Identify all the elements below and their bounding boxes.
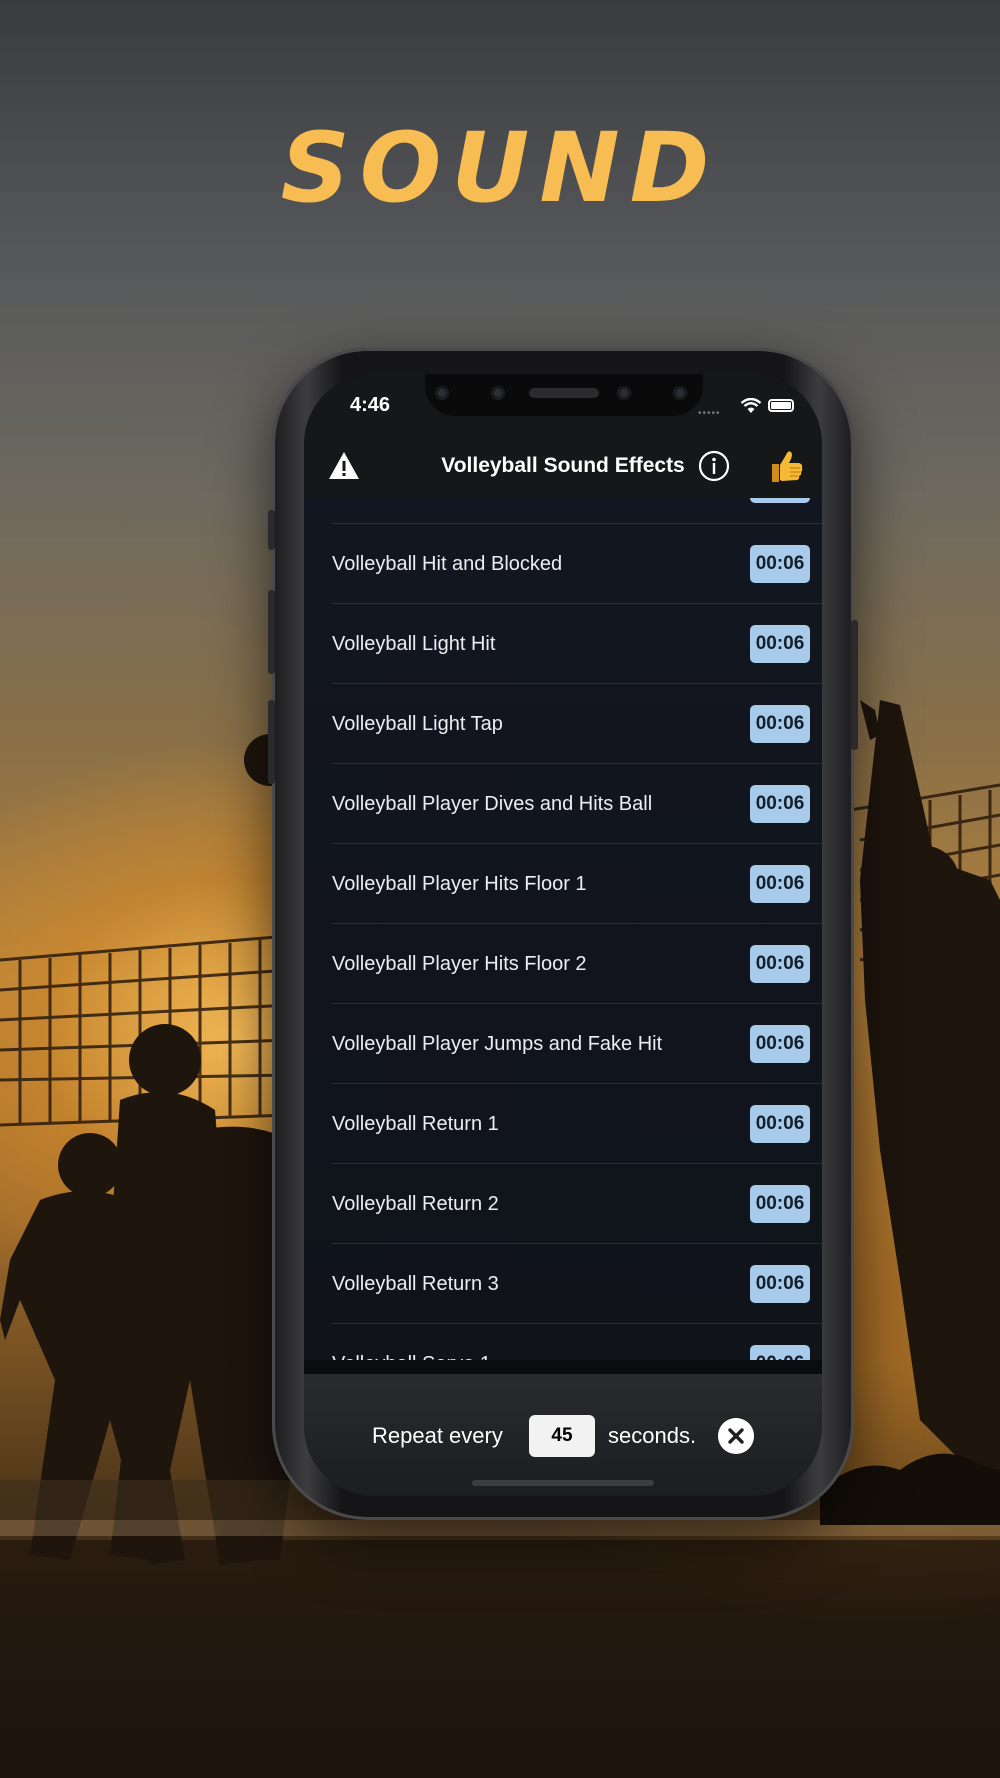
sound-row[interactable]: Volleyball Return 1 00:06 <box>304 1084 822 1164</box>
front-sensor <box>491 386 505 400</box>
duration-badge[interactable]: 00:06 <box>750 945 810 983</box>
phone-power-button <box>851 620 858 750</box>
wifi-icon <box>740 398 762 413</box>
phone-notch <box>425 374 703 416</box>
sound-label: Volleyball Serve 1 <box>332 1324 491 1360</box>
duration-badge[interactable]: 00:06 <box>750 705 810 743</box>
phone-volume-down <box>268 700 275 784</box>
repeat-control: Repeat every 45 seconds. <box>304 1414 822 1458</box>
duration-badge[interactable] <box>750 498 810 503</box>
front-camera <box>617 386 631 400</box>
sound-row[interactable]: Volleyball Return 2 00:06 <box>304 1164 822 1244</box>
sound-row[interactable]: Volleyball Light Tap 00:06 <box>304 684 822 764</box>
battery-icon <box>768 399 794 412</box>
thumbs-up-icon[interactable] <box>766 446 806 486</box>
sound-label: Volleyball Return 3 <box>332 1273 499 1295</box>
earpiece-speaker <box>529 388 599 398</box>
repeat-seconds-input[interactable]: 45 <box>529 1415 595 1457</box>
nav-title: Volleyball Sound Effects <box>441 454 685 477</box>
sound-row[interactable]: Volleyball Player Dives and Hits Ball 00:… <box>304 764 822 844</box>
sound-row[interactable]: Volleyball Return 3 00:06 <box>304 1244 822 1324</box>
list-divider <box>304 1360 822 1374</box>
sound-row[interactable]: Volleyball Light Hit 00:06 <box>304 604 822 684</box>
sound-row[interactable]: Volleyball Hit and Blocked 00:06 <box>304 524 822 604</box>
sound-list[interactable]: Volleyball Hit and Blocked 00:06 Volleybal… <box>304 498 822 1360</box>
sound-label: Volleyball Player Hits Floor 2 <box>332 953 587 975</box>
sound-row[interactable]: Volleyball Player Hits Floor 2 00:06 <box>304 924 822 1004</box>
repeat-prefix-label: Repeat every <box>372 1423 503 1448</box>
front-sensor <box>435 386 449 400</box>
sound-label: Volleyball Player Dives and Hits Ball <box>332 793 653 815</box>
repeat-suffix-label: seconds. <box>608 1423 697 1448</box>
sound-label: Volleyball Return 1 <box>332 1113 499 1135</box>
status-indicators: ••••• <box>688 398 798 419</box>
repeat-bar: Repeat every 45 seconds. <box>304 1374 822 1496</box>
sound-label: Volleyball Player Jumps and Fake Hit <box>332 1033 663 1055</box>
status-time: 4:46 <box>350 394 391 416</box>
status-bar: 4:46 ••••• <box>304 374 822 434</box>
sound-row[interactable]: Volleyball Serve 1 00:06 <box>304 1324 822 1360</box>
duration-badge[interactable]: 00:06 <box>750 625 810 663</box>
duration-badge[interactable]: 00:06 <box>750 1265 810 1303</box>
sound-label: Volleyball Light Hit <box>332 633 496 655</box>
close-icon[interactable] <box>718 1418 754 1454</box>
promo-headline: SOUND <box>280 112 720 224</box>
duration-badge[interactable]: 00:06 <box>750 785 810 823</box>
info-icon[interactable] <box>696 448 732 484</box>
duration-badge[interactable]: 00:06 <box>750 1025 810 1063</box>
front-sensor <box>673 386 687 400</box>
sound-row[interactable]: Volleyball Player Hits Floor 1 00:06 <box>304 844 822 924</box>
nav-bar: Volleyball Sound Effects <box>304 434 822 498</box>
signal-icon: ••••• <box>698 408 721 419</box>
sound-label: Volleyball Player Hits Floor 1 <box>332 873 587 895</box>
sound-row[interactable]: Volleyball Player Jumps and Fake Hit 00:0… <box>304 1004 822 1084</box>
duration-badge[interactable]: 00:06 <box>750 865 810 903</box>
sound-row[interactable] <box>304 498 822 524</box>
duration-badge[interactable]: 00:06 <box>750 545 810 583</box>
phone-mute-switch <box>268 510 275 550</box>
sound-label: Volleyball Hit and Blocked <box>332 553 563 575</box>
duration-badge[interactable]: 00:06 <box>750 1345 810 1360</box>
phone-screen: 4:46 ••••• Volleyball Sound Effects Voll… <box>304 374 822 1496</box>
duration-badge[interactable]: 00:06 <box>750 1185 810 1223</box>
sound-label: Volleyball Light Tap <box>332 713 503 735</box>
phone-volume-up <box>268 590 275 674</box>
duration-badge[interactable]: 00:06 <box>750 1105 810 1143</box>
home-indicator[interactable] <box>472 1480 654 1486</box>
sound-label: Volleyball Return 2 <box>332 1193 499 1215</box>
